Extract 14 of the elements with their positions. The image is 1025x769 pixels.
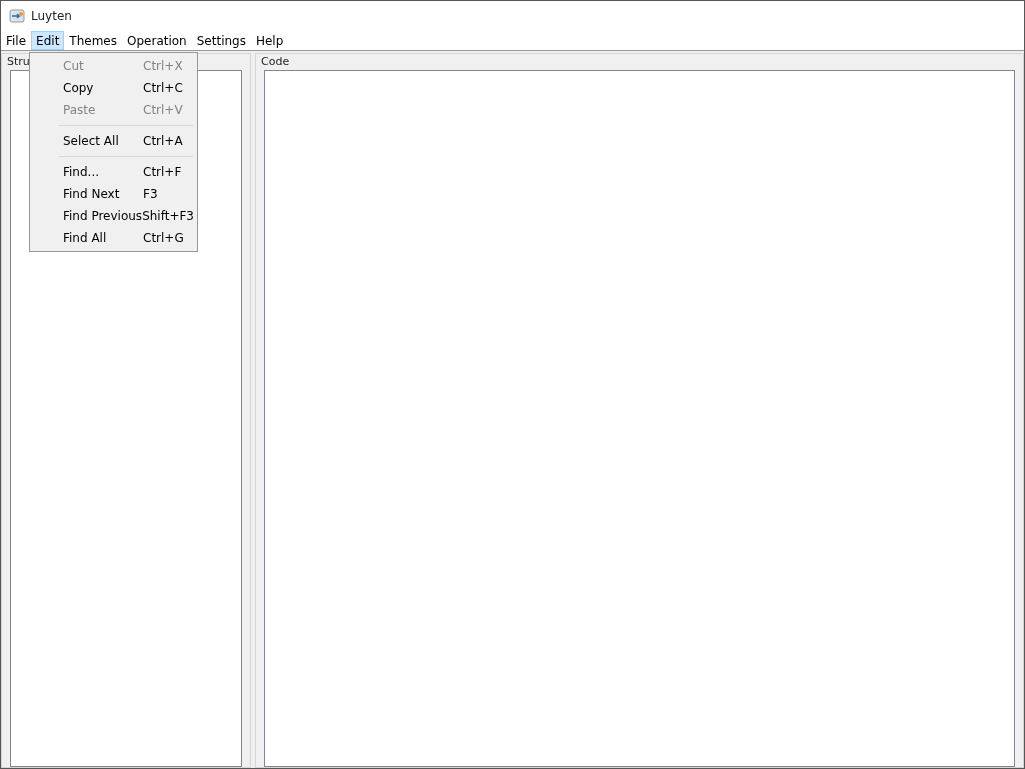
menu-item[interactable]: Help — [250, 31, 289, 50]
menu-item[interactable]: Settings — [191, 31, 251, 50]
menu-entry[interactable]: Copy Ctrl+C — [30, 77, 197, 99]
menu-item[interactable]: File — [1, 31, 32, 50]
menu-entry[interactable]: Find Next F3 — [30, 183, 197, 205]
menu-entry[interactable]: Find PreviousShift+F3 — [30, 205, 197, 227]
menu-item[interactable]: Edit — [31, 31, 65, 50]
menu-entry[interactable]: Find All Ctrl+G — [30, 227, 197, 249]
menu-item[interactable]: Themes — [64, 31, 122, 50]
menu-entry[interactable]: Find... Ctrl+F — [30, 161, 197, 183]
window-title: Luyten — [31, 8, 72, 25]
menu-item[interactable]: Operation — [122, 31, 192, 50]
menu-entry[interactable]: Select All Ctrl+A — [30, 130, 197, 152]
app-icon — [9, 8, 25, 24]
